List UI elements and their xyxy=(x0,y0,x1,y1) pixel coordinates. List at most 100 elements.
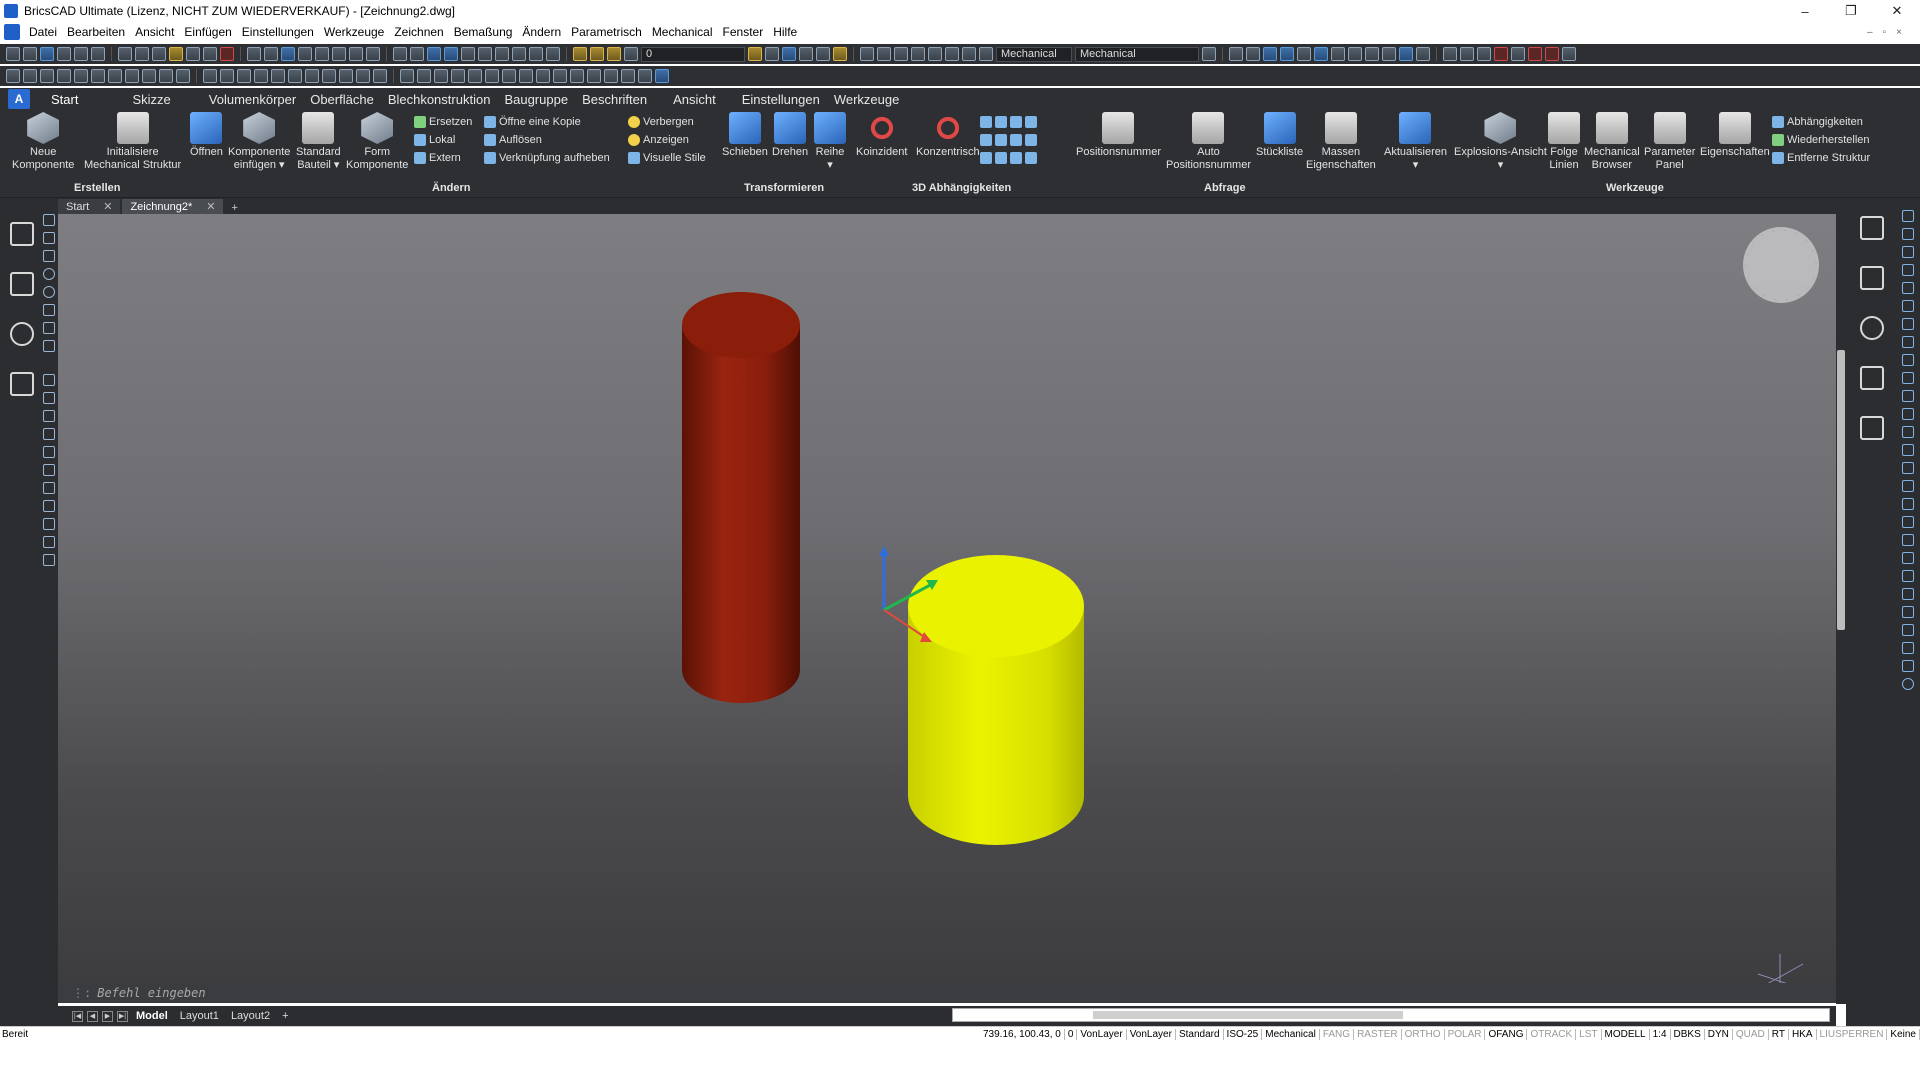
revcloud-icon[interactable] xyxy=(43,428,55,440)
extend-small-icon[interactable] xyxy=(1902,372,1914,384)
status-linetype[interactable]: VonLayer xyxy=(1127,1029,1176,1040)
horizontal-scrollbar-thumb[interactable] xyxy=(1093,1011,1403,1019)
layer-lock-icon[interactable] xyxy=(607,47,621,61)
next-layout-button[interactable]: ▶ xyxy=(102,1010,113,1022)
tab-oberflaeche[interactable]: Oberfläche xyxy=(303,92,381,107)
orbit-icon[interactable] xyxy=(529,47,543,61)
close-icon[interactable]: ✕ xyxy=(206,200,215,213)
print-icon[interactable] xyxy=(57,47,71,61)
add-layout-button[interactable]: + xyxy=(278,1010,292,1022)
snap1-icon[interactable] xyxy=(1229,47,1243,61)
vertical-scrollbar[interactable] xyxy=(1836,214,1846,1004)
ersetzen-button[interactable]: Ersetzen xyxy=(414,114,472,129)
fillet-edge-icon[interactable] xyxy=(502,69,516,83)
dim5-icon[interactable] xyxy=(1511,47,1525,61)
massen-eigenschaften-button[interactable]: Massen Eigenschaften xyxy=(1306,112,1376,172)
layer-print-icon[interactable] xyxy=(624,47,638,61)
schieben-button[interactable]: Schieben xyxy=(722,112,768,159)
layer-unlock-icon[interactable] xyxy=(816,47,830,61)
prev-layout-button[interactable]: ◀ xyxy=(87,1010,98,1022)
menu-parametrisch[interactable]: Parametrisch xyxy=(566,25,647,39)
navigation-wheel[interactable] xyxy=(1743,227,1819,303)
status-quad[interactable]: QUAD xyxy=(1733,1029,1769,1040)
rectangle-icon[interactable] xyxy=(43,250,55,262)
tool-palette-icon[interactable] xyxy=(1860,366,1884,390)
status-raster[interactable]: RASTER xyxy=(1354,1029,1402,1040)
zoom-extents-icon[interactable] xyxy=(427,47,441,61)
solid8-icon[interactable] xyxy=(125,69,139,83)
dim8-icon[interactable] xyxy=(1562,47,1576,61)
close-icon[interactable]: ✕ xyxy=(103,200,112,213)
layer-state-icon[interactable] xyxy=(782,47,796,61)
menu-einstellungen[interactable]: Einstellungen xyxy=(237,25,319,39)
cone-icon[interactable] xyxy=(254,69,268,83)
menu-hilfe[interactable]: Hilfe xyxy=(768,25,802,39)
clean-icon[interactable] xyxy=(587,69,601,83)
union-icon[interactable] xyxy=(400,69,414,83)
red-cylinder[interactable] xyxy=(682,292,800,703)
cube1-icon[interactable] xyxy=(860,47,874,61)
erase-small-icon[interactable] xyxy=(1902,480,1914,492)
separate-icon[interactable] xyxy=(570,69,584,83)
dim3-icon[interactable] xyxy=(1477,47,1491,61)
dim7-icon[interactable] xyxy=(1545,47,1559,61)
pyramid-icon[interactable] xyxy=(237,69,251,83)
menu-werkzeuge[interactable]: Werkzeuge xyxy=(319,25,389,39)
status-ofang[interactable]: OFANG xyxy=(1485,1029,1528,1040)
undo-icon[interactable] xyxy=(247,47,261,61)
properties-icon[interactable] xyxy=(315,47,329,61)
menu-bemassung[interactable]: Bemaßung xyxy=(449,25,518,39)
loft-icon[interactable] xyxy=(373,69,387,83)
tab-einstellungen[interactable]: Einstellungen xyxy=(735,92,827,107)
folge-linien-button[interactable]: Folge Linien xyxy=(1548,112,1580,172)
copy-small-icon[interactable] xyxy=(1902,228,1914,240)
workspace-dropdown-1[interactable]: Mechanical xyxy=(996,46,1072,62)
shell-icon[interactable] xyxy=(536,69,550,83)
yellow-cylinder[interactable] xyxy=(908,555,1084,845)
box-icon[interactable] xyxy=(203,69,217,83)
status-rt[interactable]: RT xyxy=(1769,1029,1789,1040)
drawing-explorer-icon[interactable] xyxy=(1860,266,1884,290)
cut-icon[interactable] xyxy=(118,47,132,61)
explode-small-icon[interactable] xyxy=(1902,462,1914,474)
wedge-icon[interactable] xyxy=(220,69,234,83)
array-small-icon[interactable] xyxy=(1902,336,1914,348)
tab-volumenkoerper[interactable]: Volumenkörper xyxy=(202,92,303,107)
oeffnen-button[interactable]: Öffnen xyxy=(190,112,223,159)
measure-small-icon[interactable] xyxy=(1902,552,1914,564)
aufloesen-button[interactable]: Auflösen xyxy=(484,132,610,147)
material-icon[interactable] xyxy=(962,47,976,61)
break-small-icon[interactable] xyxy=(1902,390,1914,402)
subtract-icon[interactable] xyxy=(417,69,431,83)
maximize-button[interactable]: ❐ xyxy=(1828,0,1874,22)
render-icon[interactable] xyxy=(928,47,942,61)
intersect-icon[interactable] xyxy=(434,69,448,83)
mesh-icon[interactable] xyxy=(638,69,652,83)
edit-spline-small-icon[interactable] xyxy=(1902,588,1914,600)
status-fang[interactable]: FANG xyxy=(1320,1029,1355,1040)
point-icon[interactable] xyxy=(43,340,55,352)
status-keine[interactable]: Keine xyxy=(1887,1029,1920,1040)
tab-werkzeuge[interactable]: Werkzeuge xyxy=(827,92,907,107)
komponente-einfuegen-button[interactable]: Komponente einfügen ▾ xyxy=(228,112,290,172)
positionsnummer-button[interactable]: Positionsnummer xyxy=(1076,112,1161,159)
extrude-icon[interactable] xyxy=(322,69,336,83)
status-polar[interactable]: POLAR xyxy=(1445,1029,1486,1040)
horizontal-scrollbar[interactable] xyxy=(952,1008,1830,1022)
polygon-icon[interactable] xyxy=(43,482,55,494)
zoom-all-icon[interactable] xyxy=(444,47,458,61)
help2-icon[interactable] xyxy=(1202,47,1216,61)
app-menu-icon[interactable] xyxy=(4,24,20,40)
visuelle-stile-button[interactable]: Visuelle Stile xyxy=(628,150,706,165)
light-icon[interactable] xyxy=(945,47,959,61)
snap11-icon[interactable] xyxy=(1399,47,1413,61)
status-color[interactable]: VonLayer xyxy=(1077,1029,1127,1040)
layers-stack-icon[interactable] xyxy=(1860,416,1884,440)
layout-tab-model[interactable]: Model xyxy=(132,1010,172,1022)
constraint-distance-button[interactable] xyxy=(980,132,1037,147)
close-button[interactable]: ✕ xyxy=(1874,0,1920,22)
match-properties-icon[interactable] xyxy=(169,47,183,61)
text-icon[interactable] xyxy=(43,536,55,548)
sphere-icon[interactable] xyxy=(288,69,302,83)
layer-prev-icon[interactable] xyxy=(765,47,779,61)
